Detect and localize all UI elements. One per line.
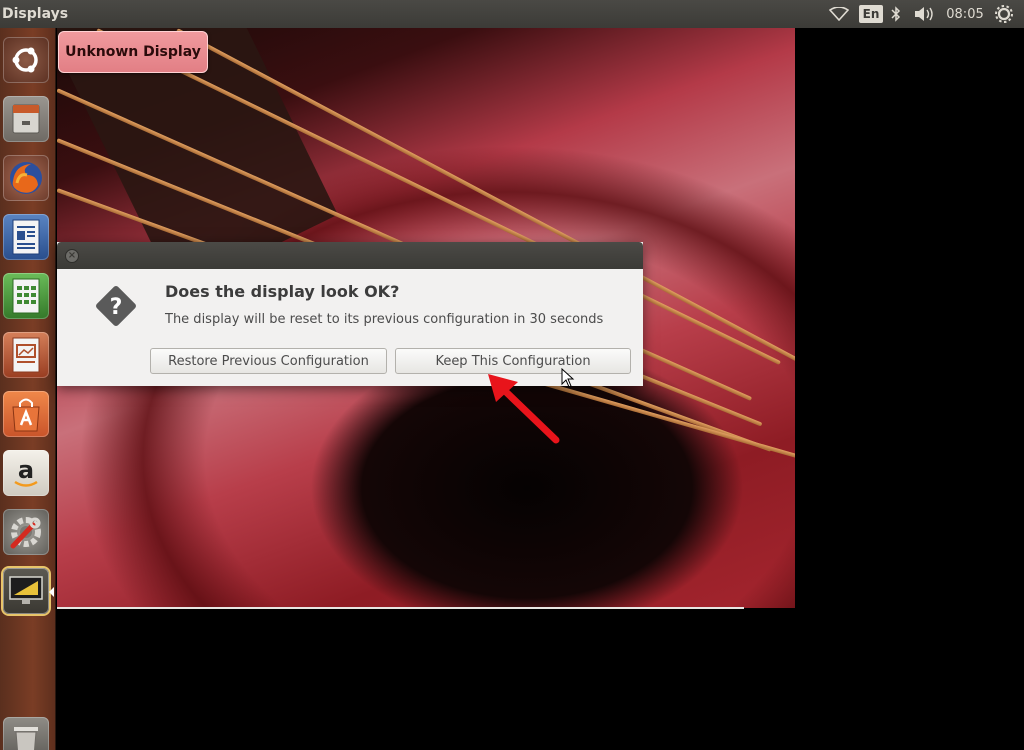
restore-configuration-button[interactable]: Restore Previous Configuration — [150, 348, 387, 374]
session-gear-icon[interactable] — [993, 4, 1015, 24]
active-window-indicator — [49, 587, 54, 597]
calc-spreadsheet-icon — [3, 273, 49, 319]
ubuntu-logo-icon — [3, 37, 49, 83]
trash-icon — [3, 717, 49, 750]
volume-icon[interactable] — [912, 4, 936, 24]
shopping-bag-icon — [3, 391, 49, 437]
dialog-message: The display will be reset to its previou… — [165, 312, 604, 327]
screen-edge-line — [57, 607, 744, 609]
svg-text:?: ? — [110, 295, 123, 320]
top-panel: Displays En 08:05 — [0, 0, 1024, 28]
confirm-display-dialog: × ? Does the display look OK? The displa… — [57, 242, 643, 386]
dialog-titlebar[interactable]: × — [57, 242, 643, 269]
writer-document-icon — [3, 214, 49, 260]
dialog-heading: Does the display look OK? — [165, 282, 400, 301]
launcher-item-amazon[interactable]: a — [2, 447, 50, 499]
impress-presentation-icon — [3, 332, 49, 378]
launcher-item-firefox[interactable] — [2, 152, 50, 204]
amazon-icon: a — [3, 450, 49, 496]
wifi-icon[interactable] — [828, 4, 850, 24]
launcher-item-writer[interactable] — [2, 211, 50, 263]
svg-text:a: a — [18, 456, 34, 484]
firefox-icon — [3, 155, 49, 201]
launcher-item-files[interactable] — [2, 93, 50, 145]
close-icon[interactable]: × — [65, 249, 79, 263]
launcher-item-ubuntu-dash[interactable] — [2, 34, 50, 86]
launcher-item-system-settings[interactable] — [2, 506, 50, 558]
window-title: Displays — [2, 6, 69, 22]
file-cabinet-icon — [3, 96, 49, 142]
launcher: a — [0, 28, 56, 750]
settings-wrench-icon — [3, 509, 49, 555]
launcher-item-displays[interactable] — [2, 565, 54, 617]
keyboard-language-indicator[interactable]: En — [858, 4, 884, 24]
launcher-item-calc[interactable] — [2, 270, 50, 322]
display-monitor-icon — [3, 568, 49, 614]
unknown-display-tooltip: Unknown Display — [58, 31, 208, 73]
mouse-cursor-icon — [561, 368, 575, 388]
question-icon: ? — [92, 282, 140, 330]
clock[interactable]: 08:05 — [944, 4, 986, 24]
tooltip-label: Unknown Display — [65, 44, 201, 60]
launcher-item-trash[interactable] — [2, 714, 50, 750]
language-label: En — [858, 5, 884, 23]
bluetooth-icon[interactable] — [889, 4, 903, 24]
annotation-arrow-icon — [488, 374, 560, 444]
launcher-item-software-center[interactable] — [2, 388, 50, 440]
launcher-item-impress[interactable] — [2, 329, 50, 381]
